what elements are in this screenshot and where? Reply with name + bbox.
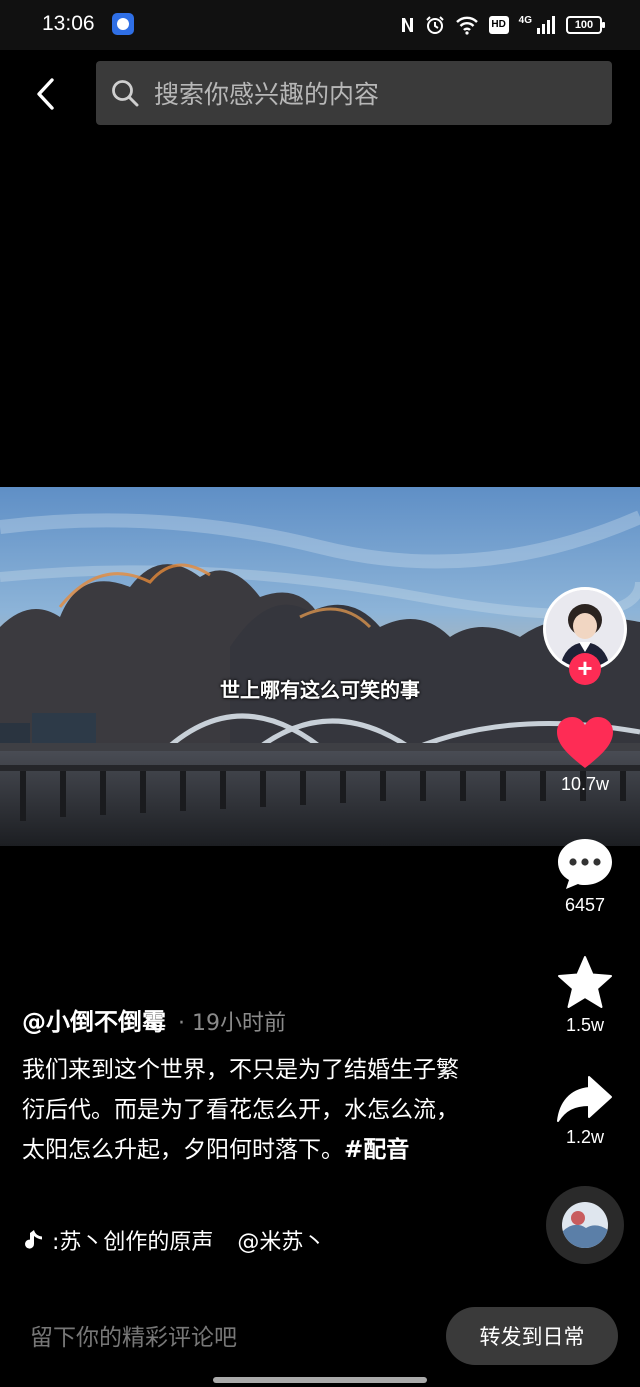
search-icon — [112, 80, 139, 107]
comment-count: 6457 — [564, 895, 606, 915]
music-disc[interactable] — [546, 1186, 624, 1264]
search-placeholder: 搜索你感兴趣的内容 — [154, 80, 380, 109]
like-count: 10.7w — [560, 774, 610, 794]
comment-button[interactable]: 6457 — [545, 837, 625, 916]
hd-badge: HD — [488, 16, 509, 34]
battery-icon: 100 — [566, 16, 605, 34]
favorite-button[interactable]: 1.5w — [545, 955, 625, 1036]
follow-button[interactable]: + — [569, 653, 601, 685]
post-time: · 19小时前 — [178, 1011, 286, 1036]
author-name[interactable]: @小倒不倒霉 — [22, 1002, 166, 1037]
wifi-icon — [455, 15, 479, 35]
share-to-daily-button[interactable]: 转发到日常 — [446, 1307, 618, 1365]
post-caption: 我们来到这个世界，不只是为了结婚生子繁衍后代。而是为了看花怎么开，水怎么流，太阳… — [22, 1050, 462, 1170]
home-indicator[interactable] — [213, 1377, 427, 1383]
share-button[interactable]: 1.2w — [545, 1075, 625, 1148]
back-button[interactable] — [28, 72, 62, 116]
author-avatar-group[interactable]: + — [543, 587, 627, 685]
comment-input[interactable]: 留下你的精彩评论吧 — [30, 1318, 237, 1352]
author-line: @小倒不倒霉 · 19小时前 — [22, 1002, 286, 1037]
chevron-left-icon — [37, 78, 54, 110]
star-icon — [558, 956, 612, 1008]
video-subtitle: 世上哪有这么可笑的事 — [220, 678, 420, 702]
network-type: 4G — [518, 14, 532, 26]
heart-icon — [557, 717, 613, 768]
share-arrow-icon — [557, 1076, 612, 1122]
hashtag-link[interactable]: #配音 — [344, 1137, 409, 1163]
signal-icon — [536, 16, 556, 34]
like-button[interactable]: 10.7w — [545, 716, 625, 795]
status-time: 13:06 — [42, 12, 95, 35]
comment-icon — [558, 839, 612, 889]
alarm-icon — [425, 15, 445, 35]
share-count: 1.2w — [565, 1127, 605, 1147]
status-icons: HD 4G 100 — [399, 12, 605, 38]
music-title: :苏丶创作的原声 — [52, 1230, 214, 1255]
music-mention: @米苏丶 — [237, 1230, 326, 1255]
search-input[interactable]: 搜索你感兴趣的内容 — [96, 61, 612, 125]
music-cover — [562, 1202, 608, 1248]
status-bar: 13:06 HD 4G 100 — [0, 0, 640, 50]
nfc-icon — [399, 16, 415, 34]
music-note-icon — [25, 1230, 42, 1249]
favorite-count: 1.5w — [565, 1015, 605, 1035]
music-cover-image — [562, 1202, 608, 1248]
music-info[interactable]: :苏丶创作的原声 @米苏丶 — [22, 1224, 325, 1256]
baidu-app-icon — [112, 13, 134, 35]
